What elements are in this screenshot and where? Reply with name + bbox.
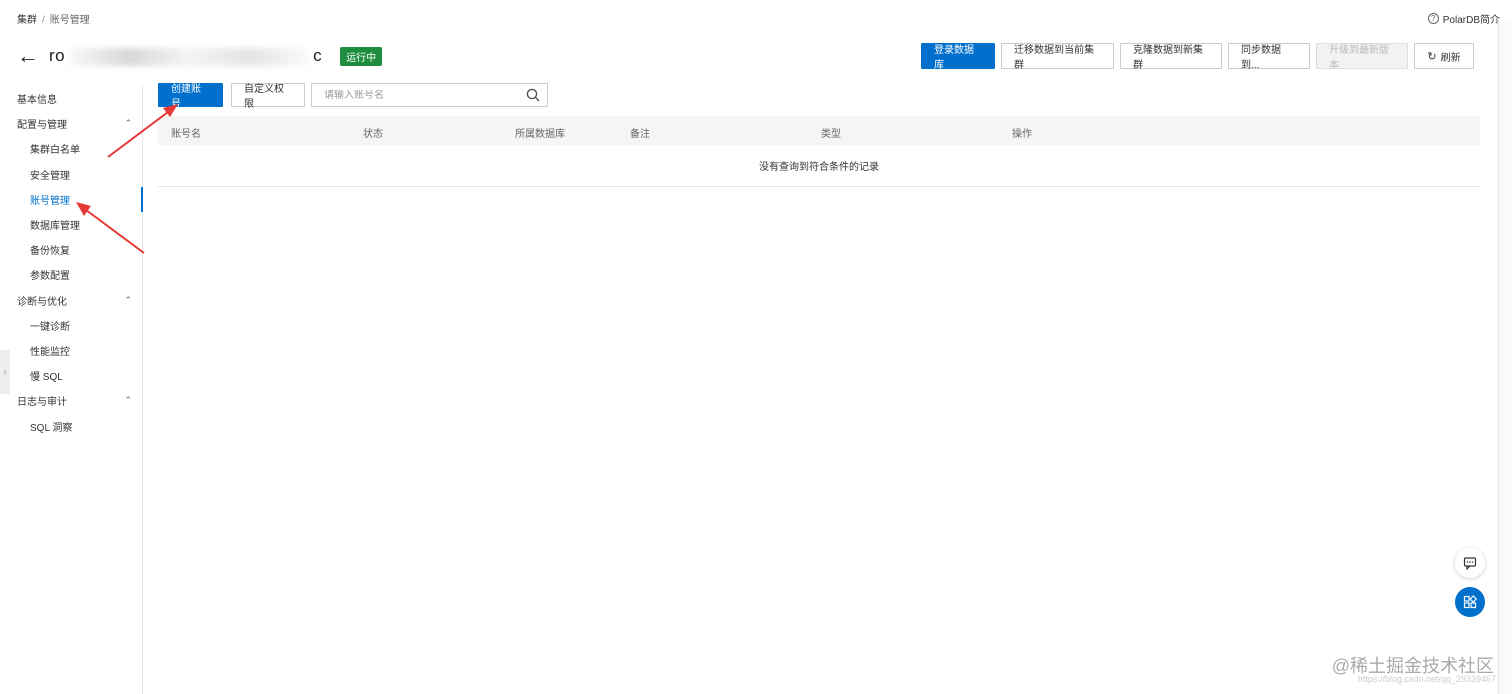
sidebar-group-config[interactable]: 配置与管理 ⌃ (0, 111, 142, 136)
sidebar-item-label: 慢 SQL (30, 372, 63, 384)
table-header: 账号名 状态 所属数据库 备注 类型 操作 (158, 116, 1480, 145)
sidebar-item-label: 账号管理 (30, 195, 70, 207)
sidebar-group-logs[interactable]: 日志与审计 ⌃ (0, 388, 142, 413)
search-icon[interactable] (526, 88, 540, 105)
chevron-up-icon: ⌃ (124, 118, 132, 129)
polardb-intro-label: PolarDB简介 (1442, 15, 1500, 26)
breadcrumb-separator: / (42, 15, 45, 26)
chat-icon (1463, 557, 1477, 570)
login-database-button[interactable]: 登录数据库 (921, 43, 995, 71)
refresh-label: 刷新 (1440, 52, 1461, 64)
title-prefix: ro (49, 46, 66, 65)
sidebar-item-label: 数据库管理 (30, 221, 80, 233)
search-input[interactable] (324, 89, 514, 101)
upgrade-version-button[interactable]: 升级到最新版本 (1316, 43, 1408, 71)
sidebar-item-backup[interactable]: 备份恢复 (0, 237, 142, 262)
sidebar-item-label: 参数配置 (30, 271, 70, 283)
sidebar-item-label: 配置与管理 (17, 120, 67, 132)
chevron-up-icon: ⌃ (124, 395, 132, 406)
refresh-button[interactable]: ↻ 刷新 (1414, 43, 1474, 69)
migrate-data-button[interactable]: 迁移数据到当前集群 (1001, 43, 1114, 71)
sidebar-item-label: 集群白名单 (30, 145, 80, 157)
table-toolbar: 创建账号 自定义权限 (158, 83, 548, 110)
empty-state-text: 没有查询到符合条件的记录 (759, 162, 879, 173)
redacted-blur (69, 47, 310, 66)
sidebar-item-label: 安全管理 (30, 170, 70, 182)
polardb-intro-link[interactable]: ? PolarDB简介 (1427, 11, 1500, 26)
accounts-table: 账号名 状态 所属数据库 备注 类型 操作 没有查询到符合条件的记录 (158, 116, 1480, 187)
apps-button[interactable] (1455, 587, 1485, 617)
custom-permission-button[interactable]: 自定义权限 (231, 83, 305, 110)
clone-data-button[interactable]: 克隆数据到新集群 (1120, 43, 1222, 71)
watermark-url: https://blog.csdn.net/qq_29339467 (1357, 674, 1496, 684)
sidebar-item-slow-sql[interactable]: 慢 SQL (0, 363, 142, 388)
empty-state: 没有查询到符合条件的记录 (158, 145, 1480, 187)
sidebar-item-label: 性能监控 (30, 346, 70, 358)
feedback-chat-button[interactable] (1455, 548, 1485, 578)
sync-data-button[interactable]: 同步数据到... (1228, 43, 1310, 71)
col-header-actions: 操作 (1012, 129, 1032, 140)
back-arrow-icon[interactable]: ← (17, 45, 39, 67)
sidebar-group-diagnosis[interactable]: 诊断与优化 ⌃ (0, 288, 142, 313)
chevron-right-icon: › (3, 366, 7, 378)
breadcrumb: 集群 / 账号管理 (17, 11, 90, 26)
sidebar-item-databases[interactable]: 数据库管理 (0, 212, 142, 237)
apps-grid-icon (1463, 595, 1477, 609)
sidebar-item-label: 日志与审计 (17, 397, 67, 409)
sidebar-item-performance[interactable]: 性能监控 (0, 338, 142, 363)
chevron-up-icon: ⌃ (124, 294, 132, 305)
create-account-button[interactable]: 创建账号 (158, 83, 223, 110)
sidebar-item-security[interactable]: 安全管理 (0, 162, 142, 187)
question-circle-icon: ? (1427, 13, 1439, 24)
page-title: ro c (49, 46, 322, 66)
status-badge: 运行中 (340, 46, 383, 66)
page-header: ← ro c 运行中 (17, 40, 383, 72)
breadcrumb-root[interactable]: 集群 (17, 15, 37, 26)
breadcrumb-current: 账号管理 (49, 15, 90, 26)
sidebar-item-label: 一键诊断 (30, 321, 70, 333)
right-edge-panel (1498, 20, 1512, 694)
col-header-status: 状态 (363, 129, 383, 140)
sidebar: 基本信息 配置与管理 ⌃ 集群白名单 安全管理 账号管理 数据库管理 备份恢复 参… (0, 86, 143, 694)
header-actions: 登录数据库 迁移数据到当前集群 克隆数据到新集群 同步数据到... 升级到最新版… (921, 43, 1474, 71)
sidebar-item-sql-insight[interactable]: SQL 洞察 (0, 413, 142, 438)
sidebar-item-label: 基本信息 (17, 95, 57, 107)
col-header-database: 所属数据库 (515, 129, 565, 140)
title-suffix: c (313, 46, 323, 65)
sidebar-item-accounts[interactable]: 账号管理 (0, 186, 143, 212)
col-header-remark: 备注 (630, 129, 650, 140)
search-box (311, 83, 548, 107)
sidebar-item-whitelist[interactable]: 集群白名单 (0, 136, 142, 161)
col-header-account-name: 账号名 (171, 129, 201, 140)
sidebar-item-one-click-diagnosis[interactable]: 一键诊断 (0, 313, 142, 338)
sidebar-item-basic-info[interactable]: 基本信息 (0, 86, 142, 111)
sidebar-collapse-handle[interactable]: › (0, 350, 10, 394)
sidebar-item-label: SQL 洞察 (30, 422, 73, 434)
col-header-type: 类型 (821, 129, 841, 140)
sidebar-item-parameters[interactable]: 参数配置 (0, 262, 142, 287)
sidebar-item-label: 备份恢复 (30, 246, 70, 258)
refresh-icon: ↻ (1427, 50, 1437, 63)
sidebar-item-label: 诊断与优化 (17, 296, 67, 308)
